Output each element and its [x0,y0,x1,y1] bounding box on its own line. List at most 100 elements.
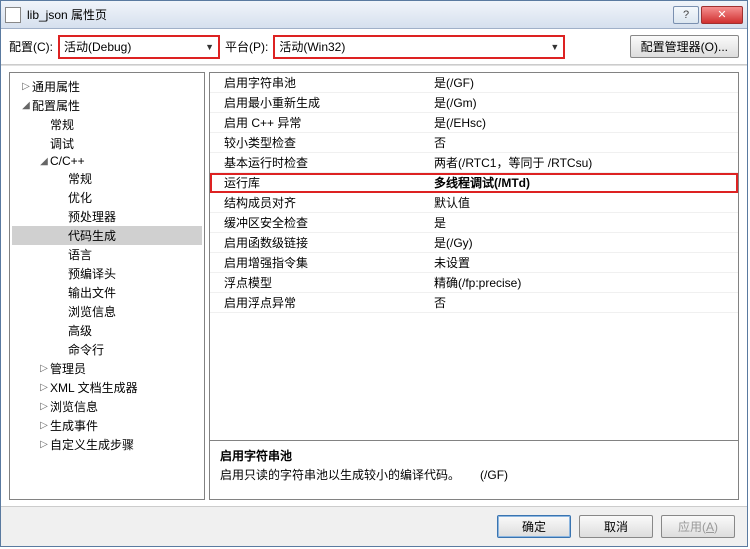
tree-item[interactable]: ▷通用属性 [12,77,202,96]
help-button[interactable]: ? [673,6,699,24]
config-label: 配置(C): [9,38,53,55]
tree-item[interactable]: ▷生成事件 [12,416,202,435]
tree-toggle-icon: ▷ [38,420,50,431]
tree-item[interactable]: 预处理器 [12,207,202,226]
tree-item-label: 常规 [68,170,92,187]
tree-item-label: 语言 [68,246,92,263]
tree-item-label: 优化 [68,189,92,206]
tree-item[interactable]: ◢配置属性 [12,96,202,115]
tree-item-label: XML 文档生成器 [50,379,138,396]
tree-item[interactable]: 调试 [12,134,202,153]
property-row[interactable]: 启用增强指令集未设置 [210,253,738,273]
tree-toggle-icon: ▷ [20,81,32,92]
property-name: 较小类型检查 [210,134,430,151]
tree-item-label: 代码生成 [68,227,116,244]
description-title: 启用字符串池 [220,449,292,463]
property-name: 启用最小重新生成 [210,94,430,111]
tree-item-label: 管理员 [50,360,86,377]
property-value: 两者(/RTC1，等同于 /RTCsu) [430,154,738,171]
tree-item-label: 浏览信息 [50,398,98,415]
tree-item-label: C/C++ [50,154,85,168]
property-row[interactable]: 启用函数级链接是(/Gy) [210,233,738,253]
description-flag: (/GF) [480,468,508,482]
property-value: 多线程调试(/MTd) [430,174,738,191]
app-icon [5,7,21,23]
tree-item[interactable]: 命令行 [12,340,202,359]
description-box: 启用字符串池 启用只读的字符串池以生成较小的编译代码。 (/GF) [209,441,739,500]
property-name: 结构成员对齐 [210,194,430,211]
category-tree[interactable]: ▷通用属性◢配置属性常规调试◢C/C++常规优化预处理器代码生成语言预编译头输出… [9,72,205,500]
tree-item[interactable]: 预编译头 [12,264,202,283]
property-value: 否 [430,134,738,151]
tree-toggle-icon: ▷ [38,382,50,393]
tree-toggle-icon: ▷ [38,363,50,374]
tree-item-label: 通用属性 [32,78,80,95]
config-combo[interactable]: 活动(Debug) ▼ [59,36,219,58]
tree-item[interactable]: 优化 [12,188,202,207]
tree-item[interactable]: ▷管理员 [12,359,202,378]
property-row[interactable]: 基本运行时检查两者(/RTC1，等同于 /RTCsu) [210,153,738,173]
property-name: 启用函数级链接 [210,234,430,251]
window-title: lib_json 属性页 [27,6,673,23]
tree-item[interactable]: ▷自定义生成步骤 [12,435,202,454]
tree-item-label: 常规 [50,116,74,133]
property-value: 是(/Gy) [430,234,738,251]
tree-item[interactable]: 常规 [12,169,202,188]
cancel-button[interactable]: 取消 [579,515,653,538]
tree-item-label: 预编译头 [68,265,116,282]
tree-item-label: 输出文件 [68,284,116,301]
tree-item[interactable]: 代码生成 [12,226,202,245]
tree-toggle-icon: ◢ [20,100,32,111]
property-row[interactable]: 启用字符串池是(/GF) [210,73,738,93]
tree-item[interactable]: 常规 [12,115,202,134]
property-row[interactable]: 较小类型检查否 [210,133,738,153]
tree-item[interactable]: 语言 [12,245,202,264]
platform-combo[interactable]: 活动(Win32) ▼ [274,36,564,58]
property-row[interactable]: 缓冲区安全检查是 [210,213,738,233]
dialog-footer: 确定 取消 应用(A) [1,506,747,546]
tree-item[interactable]: ▷浏览信息 [12,397,202,416]
property-row[interactable]: 启用浮点异常否 [210,293,738,313]
property-row[interactable]: 结构成员对齐默认值 [210,193,738,213]
tree-toggle-icon: ▷ [38,439,50,450]
property-grid[interactable]: 启用字符串池是(/GF)启用最小重新生成是(/Gm)启用 C++ 异常是(/EH… [209,72,739,441]
config-combo-value: 活动(Debug) [64,38,205,55]
property-name: 缓冲区安全检查 [210,214,430,231]
tree-item-label: 调试 [50,135,74,152]
platform-label: 平台(P): [225,38,268,55]
platform-combo-value: 活动(Win32) [279,38,550,55]
property-row[interactable]: 运行库多线程调试(/MTd) [210,173,738,193]
description-text: 启用只读的字符串池以生成较小的编译代码。 [220,468,460,482]
tree-item[interactable]: 输出文件 [12,283,202,302]
toolbar: 配置(C): 活动(Debug) ▼ 平台(P): 活动(Win32) ▼ 配置… [1,29,747,65]
property-name: 浮点模型 [210,274,430,291]
property-value: 是(/Gm) [430,94,738,111]
property-name: 启用增强指令集 [210,254,430,271]
tree-item[interactable]: 高级 [12,321,202,340]
property-row[interactable]: 启用 C++ 异常是(/EHsc) [210,113,738,133]
ok-button[interactable]: 确定 [497,515,571,538]
property-name: 基本运行时检查 [210,154,430,171]
tree-item-label: 浏览信息 [68,303,116,320]
tree-toggle-icon: ▷ [38,401,50,412]
apply-button[interactable]: 应用(A) [661,515,735,538]
chevron-down-icon: ▼ [205,42,214,52]
tree-item-label: 高级 [68,322,92,339]
property-row[interactable]: 浮点模型精确(/fp:precise) [210,273,738,293]
chevron-down-icon: ▼ [550,42,559,52]
titlebar: lib_json 属性页 ? ✕ [1,1,747,29]
close-button[interactable]: ✕ [701,6,743,24]
tree-item-label: 预处理器 [68,208,116,225]
tree-item[interactable]: ▷XML 文档生成器 [12,378,202,397]
property-row[interactable]: 启用最小重新生成是(/Gm) [210,93,738,113]
property-name: 启用 C++ 异常 [210,114,430,131]
tree-item[interactable]: 浏览信息 [12,302,202,321]
property-value: 是(/GF) [430,74,738,91]
property-name: 运行库 [210,174,430,191]
tree-item-label: 命令行 [68,341,104,358]
config-manager-button[interactable]: 配置管理器(O)... [630,35,739,58]
tree-item[interactable]: ◢C/C++ [12,153,202,169]
tree-toggle-icon: ◢ [38,156,50,167]
property-value: 是(/EHsc) [430,114,738,131]
tree-item-label: 生成事件 [50,417,98,434]
